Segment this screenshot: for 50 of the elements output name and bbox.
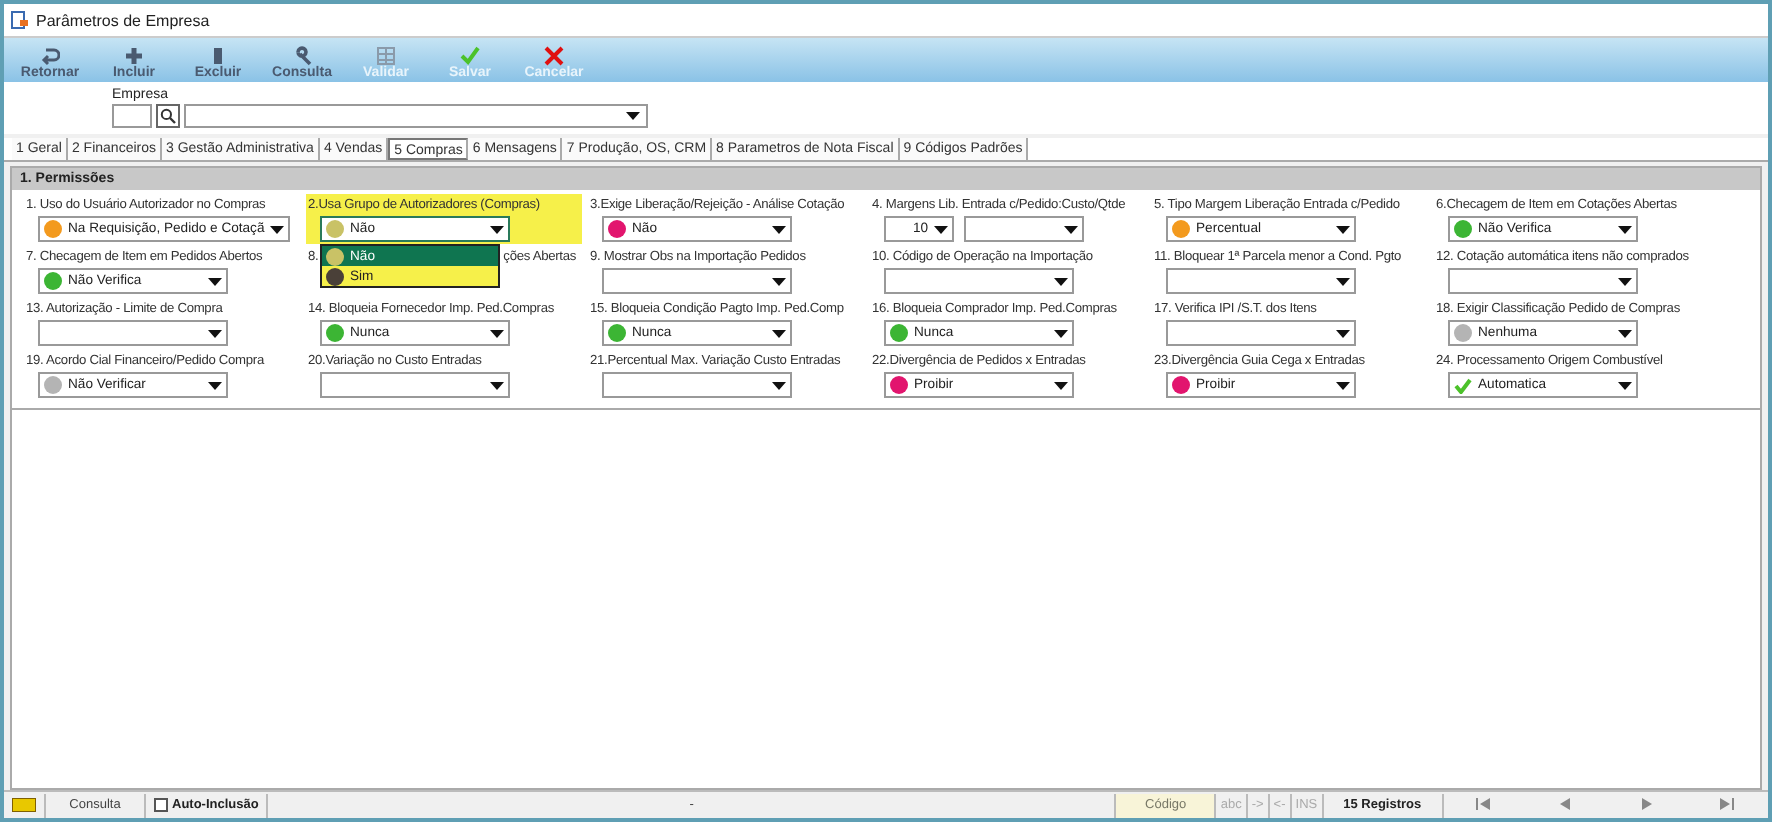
- dropdown-arrow-icon: [208, 277, 222, 285]
- dropdown-arrow-icon: [772, 329, 786, 337]
- dropdown-arrow-icon: [270, 225, 285, 233]
- dropdown-arrow-icon: [1336, 225, 1350, 233]
- checkmark-icon: [1454, 377, 1472, 393]
- key-icon: [292, 46, 312, 66]
- checkmark-icon: [460, 46, 480, 66]
- dropdown[interactable]: [320, 372, 510, 398]
- grid-icon: [376, 46, 396, 66]
- search-icon: [160, 108, 176, 124]
- dropdown[interactable]: [1166, 320, 1356, 346]
- dropdown-arrow-icon: [772, 225, 786, 233]
- document-icon: [10, 10, 28, 30]
- dropdown-arrow-icon: [208, 329, 222, 337]
- close-icon: [544, 46, 564, 66]
- dropdown[interactable]: [38, 320, 228, 346]
- dropdown-arrow-icon: [1054, 329, 1068, 337]
- dropdown-arrow-icon: [1054, 381, 1068, 389]
- dropdown[interactable]: [1166, 268, 1356, 294]
- dropdown-arrow-icon: [1618, 225, 1632, 233]
- dropdown-arrow-icon: [1336, 329, 1350, 337]
- dropdown-arrow-icon: [490, 329, 504, 337]
- dropdown-arrow-icon: [934, 225, 948, 233]
- dropdown-arrow-icon: [1336, 277, 1350, 285]
- plus-icon: [124, 46, 144, 66]
- dropdown[interactable]: [964, 216, 1084, 242]
- dropdown[interactable]: [884, 268, 1074, 294]
- dropdown-arrow-icon: [1618, 381, 1632, 389]
- dropdown[interactable]: [602, 268, 792, 294]
- company-code-field[interactable]: [112, 104, 152, 128]
- dropdown[interactable]: [602, 372, 792, 398]
- return-arrow-icon: [40, 46, 60, 66]
- dropdown[interactable]: [1448, 268, 1638, 294]
- search-button[interactable]: [156, 104, 180, 128]
- dropdown-arrow-icon: [1064, 225, 1078, 233]
- dropdown-arrow-icon: [772, 277, 786, 285]
- dropdown-arrow-icon: [490, 225, 504, 233]
- dropdown-arrow-icon: [208, 381, 222, 389]
- dropdown-arrow-icon: [1336, 381, 1350, 389]
- dropdown-arrow-icon: [490, 381, 504, 389]
- dropdown-arrow-icon: [1618, 329, 1632, 337]
- next-icon: [1641, 797, 1652, 809]
- dropdown-arrow-icon: [626, 112, 640, 120]
- last-icon: [1720, 797, 1735, 809]
- previous-icon: [1560, 797, 1570, 809]
- dropdown-arrow-icon: [1618, 277, 1632, 285]
- dropdown-arrow-icon: [1054, 277, 1068, 285]
- dropdown-arrow-icon: [772, 381, 786, 389]
- first-icon: [1476, 797, 1491, 809]
- window-title: Parâmetros de Empresa: [36, 11, 210, 29]
